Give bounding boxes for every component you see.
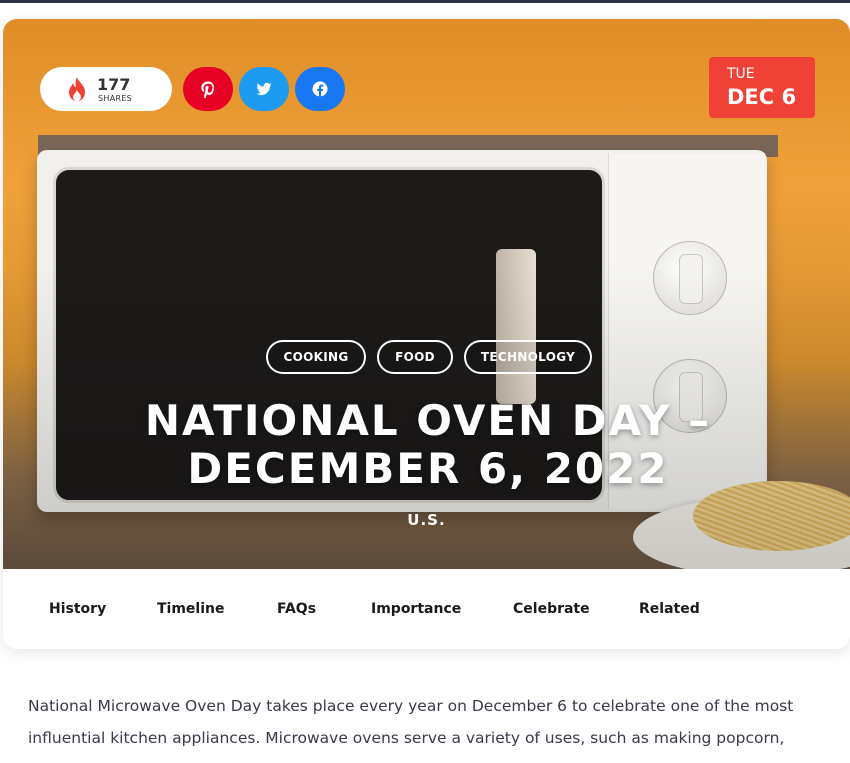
tag-technology[interactable]: TECHNOLOGY — [464, 340, 592, 374]
facebook-icon — [312, 81, 328, 97]
intro-line-2: influential kitchen appliances. Microwav… — [28, 729, 785, 747]
nav-related[interactable]: Related — [639, 601, 700, 617]
date-day: DEC 6 — [727, 85, 797, 109]
share-label: SHARES — [98, 94, 133, 103]
pinterest-share-button[interactable] — [183, 67, 233, 111]
share-count: 177 — [97, 75, 131, 94]
holiday-card: 177 SHARES TUE DEC 6 COOKING FOOD TECHNO… — [3, 19, 850, 649]
nav-celebrate[interactable]: Celebrate — [513, 601, 590, 617]
title-line-2: DECEMBER 6, 2022 — [187, 444, 669, 493]
pinterest-icon — [201, 81, 214, 98]
page-title: NATIONAL OVEN DAY – DECEMBER 6, 2022 — [103, 397, 753, 493]
tag-cooking[interactable]: COOKING — [266, 340, 366, 374]
twitter-icon — [256, 82, 272, 96]
nav-timeline[interactable]: Timeline — [157, 601, 225, 617]
tag-list: COOKING FOOD TECHNOLOGY — [3, 340, 850, 374]
nav-history[interactable]: History — [49, 601, 106, 617]
share-counter[interactable]: 177 SHARES — [40, 67, 172, 111]
intro-paragraph: National Microwave Oven Day takes place … — [28, 690, 828, 754]
section-nav: History Timeline FAQs Importance Celebra… — [3, 569, 850, 649]
intro-line-1: National Microwave Oven Day takes place … — [28, 697, 794, 715]
nav-importance[interactable]: Importance — [371, 601, 461, 617]
tag-food[interactable]: FOOD — [377, 340, 453, 374]
country-label: U.S. — [407, 511, 446, 529]
hero-image: 177 SHARES TUE DEC 6 COOKING FOOD TECHNO… — [3, 19, 850, 569]
nav-faqs[interactable]: FAQs — [277, 601, 316, 617]
top-bar — [0, 0, 850, 3]
facebook-share-button[interactable] — [295, 67, 345, 111]
twitter-share-button[interactable] — [239, 67, 289, 111]
flame-icon — [69, 77, 85, 101]
date-badge: TUE DEC 6 — [709, 57, 815, 118]
title-line-1: NATIONAL OVEN DAY – — [144, 396, 712, 445]
date-weekday: TUE — [727, 66, 755, 82]
